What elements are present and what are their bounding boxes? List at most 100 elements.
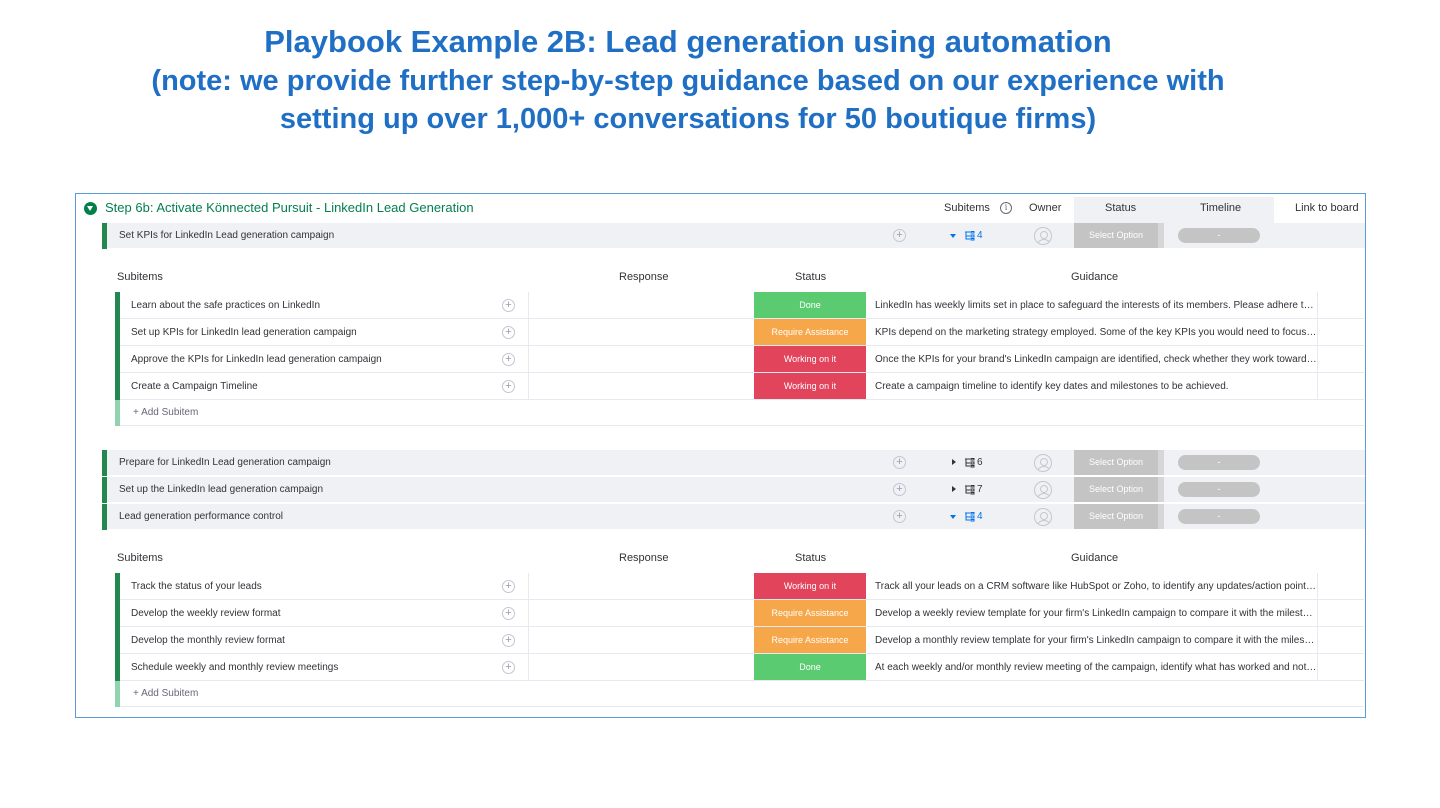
sub-column-status[interactable]: Status [795, 271, 826, 283]
sub-column-subitems[interactable]: Subitems [117, 552, 163, 564]
status-select[interactable]: Select Option [1074, 477, 1158, 502]
column-header-owner[interactable]: Owner [1029, 202, 1061, 214]
subitem-color-bar [115, 346, 120, 373]
subitem-color-bar [115, 292, 120, 319]
add-subitem-row[interactable]: + Add Subitem [115, 681, 1364, 707]
owner-avatar-icon[interactable] [1034, 481, 1052, 499]
group-title[interactable]: Step 6b: Activate Könnected Pursuit - Li… [105, 200, 474, 215]
add-update-icon[interactable]: + [502, 607, 515, 620]
column-header-timeline[interactable]: Timeline [1200, 202, 1241, 214]
owner-avatar-icon[interactable] [1034, 227, 1052, 245]
add-update-icon[interactable]: + [502, 353, 515, 366]
column-header-status[interactable]: Status [1105, 202, 1136, 214]
add-update-icon[interactable]: + [502, 380, 515, 393]
timeline-pill[interactable]: - [1178, 228, 1260, 243]
add-subitem-button[interactable]: + Add Subitem [133, 407, 198, 418]
subitem-name[interactable]: Create a Campaign Timeline [131, 381, 258, 392]
subitem-name[interactable]: Approve the KPIs for LinkedIn lead gener… [131, 354, 382, 365]
sub-column-subitems[interactable]: Subitems [117, 271, 163, 283]
status-label[interactable]: Working on it [754, 373, 866, 399]
page-title: Playbook Example 2B: Lead generation usi… [0, 22, 1376, 138]
subitem-row[interactable]: Schedule weekly and monthly review meeti… [115, 654, 1364, 681]
expand-subitems-icon[interactable] [950, 234, 956, 238]
guidance-text[interactable]: Track all your leads on a CRM software l… [875, 581, 1317, 592]
status-label[interactable]: Require Assistance [754, 600, 866, 626]
item-row[interactable]: Lead generation performance control + 4 … [102, 504, 1365, 530]
expand-subitems-icon[interactable] [950, 515, 956, 519]
guidance-text[interactable]: Once the KPIs for your brand's LinkedIn … [875, 354, 1317, 365]
add-update-icon[interactable]: + [502, 661, 515, 674]
subitem-row[interactable]: Set up KPIs for LinkedIn lead generation… [115, 319, 1364, 346]
item-name[interactable]: Set up the LinkedIn lead generation camp… [119, 484, 323, 495]
subitem-count[interactable]: 4 [977, 511, 983, 522]
add-update-icon[interactable]: + [502, 326, 515, 339]
timeline-pill[interactable]: - [1178, 455, 1260, 470]
status-select[interactable]: Select Option [1074, 504, 1158, 529]
item-name[interactable]: Set KPIs for LinkedIn Lead generation ca… [119, 230, 334, 241]
add-subitem-button[interactable]: + Add Subitem [133, 688, 198, 699]
subitem-count[interactable]: 4 [977, 230, 983, 241]
cell-divider [1317, 654, 1318, 681]
status-select[interactable]: Select Option [1074, 223, 1158, 248]
add-update-icon[interactable]: + [502, 580, 515, 593]
owner-avatar-icon[interactable] [1034, 454, 1052, 472]
guidance-text[interactable]: Create a campaign timeline to identify k… [875, 381, 1317, 392]
expand-subitems-icon[interactable] [952, 459, 956, 465]
column-header-subitems[interactable]: Subitems [944, 202, 990, 214]
subitem-name[interactable]: Track the status of your leads [131, 581, 262, 592]
sub-column-guidance[interactable]: Guidance [1071, 552, 1118, 564]
subitem-name[interactable]: Set up KPIs for LinkedIn lead generation… [131, 327, 357, 338]
sub-column-response[interactable]: Response [619, 552, 669, 564]
item-row[interactable]: Set KPIs for LinkedIn Lead generation ca… [102, 223, 1365, 249]
subitem-name[interactable]: Develop the weekly review format [131, 608, 281, 619]
add-update-icon[interactable]: + [893, 483, 906, 496]
subitem-row[interactable]: Develop the weekly review format + Requi… [115, 600, 1364, 627]
subitem-name[interactable]: Learn about the safe practices on Linked… [131, 300, 320, 311]
sub-column-response[interactable]: Response [619, 271, 669, 283]
status-label[interactable]: Done [754, 292, 866, 318]
guidance-text[interactable]: Develop a monthly review template for yo… [875, 635, 1317, 646]
status-label[interactable]: Require Assistance [754, 627, 866, 653]
subitem-row[interactable]: Develop the monthly review format + Requ… [115, 627, 1364, 654]
subitem-name[interactable]: Schedule weekly and monthly review meeti… [131, 662, 338, 673]
subitem-name[interactable]: Develop the monthly review format [131, 635, 285, 646]
guidance-text[interactable]: At each weekly and/or monthly review mee… [875, 662, 1317, 673]
item-name[interactable]: Lead generation performance control [119, 511, 283, 522]
add-update-icon[interactable]: + [893, 510, 906, 523]
subitem-row[interactable]: Create a Campaign Timeline + Working on … [115, 373, 1364, 400]
cell-divider [1317, 627, 1318, 654]
subitem-row[interactable]: Approve the KPIs for LinkedIn lead gener… [115, 346, 1364, 373]
cell-divider [1317, 373, 1318, 400]
add-subitem-row[interactable]: + Add Subitem [115, 400, 1364, 426]
add-update-icon[interactable]: + [502, 299, 515, 312]
add-update-icon[interactable]: + [502, 634, 515, 647]
sub-column-guidance[interactable]: Guidance [1071, 271, 1118, 283]
item-row[interactable]: Prepare for LinkedIn Lead generation cam… [102, 450, 1365, 476]
info-icon[interactable]: i [1000, 202, 1012, 214]
subitem-color-bar [115, 654, 120, 681]
status-label[interactable]: Require Assistance [754, 319, 866, 345]
item-row[interactable]: Set up the LinkedIn lead generation camp… [102, 477, 1365, 503]
owner-avatar-icon[interactable] [1034, 508, 1052, 526]
guidance-text[interactable]: LinkedIn has weekly limits set in place … [875, 300, 1317, 311]
guidance-text[interactable]: KPIs depend on the marketing strategy em… [875, 327, 1317, 338]
add-update-icon[interactable]: + [893, 229, 906, 242]
item-name[interactable]: Prepare for LinkedIn Lead generation cam… [119, 457, 331, 468]
status-select[interactable]: Select Option [1074, 450, 1158, 475]
subitem-count[interactable]: 6 [977, 457, 983, 468]
subitem-color-bar [115, 627, 120, 654]
collapse-group-icon[interactable] [84, 202, 97, 215]
subitem-count[interactable]: 7 [977, 484, 983, 495]
guidance-text[interactable]: Develop a weekly review template for you… [875, 608, 1317, 619]
timeline-pill[interactable]: - [1178, 482, 1260, 497]
expand-subitems-icon[interactable] [952, 486, 956, 492]
status-label[interactable]: Done [754, 654, 866, 680]
add-update-icon[interactable]: + [893, 456, 906, 469]
status-label[interactable]: Working on it [754, 573, 866, 599]
timeline-pill[interactable]: - [1178, 509, 1260, 524]
column-header-link-to-board[interactable]: Link to board [1295, 202, 1359, 214]
subitem-row[interactable]: Track the status of your leads + Working… [115, 573, 1364, 600]
subitem-row[interactable]: Learn about the safe practices on Linked… [115, 292, 1364, 319]
sub-column-status[interactable]: Status [795, 552, 826, 564]
status-label[interactable]: Working on it [754, 346, 866, 372]
